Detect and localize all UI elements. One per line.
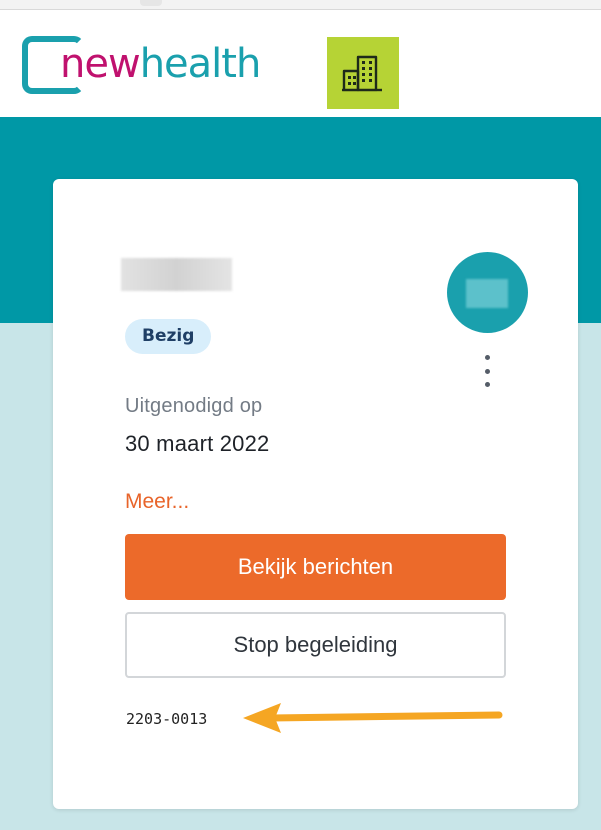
browser-tab-edge [140,0,162,6]
app-header: newhealth [0,10,601,117]
newhealth-logo[interactable]: newhealth [22,36,292,106]
more-link[interactable]: Meer... [125,490,189,514]
invited-date: 30 maart 2022 [125,431,270,456]
avatar-initials-redacted [466,279,508,308]
client-name-redacted [121,258,232,291]
logo-text-health: health [139,41,262,87]
kebab-dot [484,368,490,374]
annotation-arrow-icon [243,703,503,733]
reference-code: 2203-0013 [126,710,208,728]
client-card: Bezig Uitgenodigd op 30 maart 2022 Meer.… [53,179,578,809]
kebab-dot [484,382,490,387]
logo-wordmark: newhealth [60,40,262,88]
logo-text-new: new [60,41,141,87]
browser-top-strip [0,0,601,10]
kebab-dot [484,355,490,360]
building-icon [342,55,382,92]
client-avatar [447,252,528,333]
status-badge: Bezig [125,319,212,354]
more-vertical-icon[interactable] [479,355,495,387]
invited-label: Uitgenodigd op [125,395,263,417]
stop-guidance-button[interactable]: Stop begeleiding [125,612,506,678]
organization-button[interactable] [327,37,399,109]
view-messages-button[interactable]: Bekijk berichten [125,534,506,600]
